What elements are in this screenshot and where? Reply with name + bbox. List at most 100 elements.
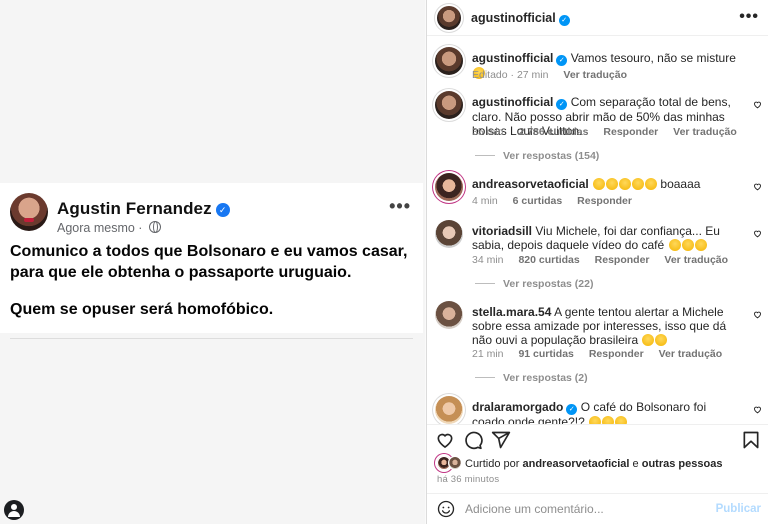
- reply-button[interactable]: Responder: [589, 348, 644, 360]
- comment-username[interactable]: vitoriadsill: [472, 224, 532, 238]
- post-time[interactable]: Agora mesmo: [57, 221, 135, 235]
- post-paragraph: Quem se opuser será homofóbico.: [10, 301, 274, 318]
- translate-link[interactable]: Ver tradução: [563, 69, 627, 81]
- emoji-icon: [602, 416, 615, 424]
- verified-icon: ✓: [558, 15, 570, 26]
- likes-count[interactable]: 820 curtidas: [518, 254, 579, 266]
- reply-button[interactable]: Responder: [603, 126, 658, 138]
- post-author[interactable]: Agustin Fernandez ✓: [57, 199, 230, 219]
- comment-body: Vamos tesouro, não se misture: [570, 51, 736, 65]
- comment-time: Editado · 27 min: [472, 69, 549, 81]
- avatar[interactable]: [437, 6, 461, 30]
- likes-count[interactable]: 2.786 curtidas: [518, 126, 588, 138]
- avatar[interactable]: [435, 173, 463, 201]
- translate-link[interactable]: Ver tradução: [659, 348, 723, 360]
- comments-list[interactable]: agustinofficial ✓ Vamos tesouro, não se m…: [427, 37, 768, 424]
- heart-icon[interactable]: [435, 430, 455, 450]
- user-circle-icon[interactable]: [4, 500, 24, 520]
- comment-meta: 34 min 820 curtidas Responder Ver traduç…: [472, 254, 740, 266]
- comment-time: 34 min: [472, 254, 504, 266]
- emoji-icon: [681, 239, 694, 251]
- emoji-icon: [593, 178, 606, 190]
- reply-button[interactable]: Responder: [595, 254, 650, 266]
- meta-separator: ·: [138, 221, 143, 235]
- heart-icon[interactable]: [753, 310, 762, 319]
- avatar[interactable]: [435, 91, 463, 119]
- post-actions: [427, 424, 768, 454]
- emoji-icon: [694, 239, 707, 251]
- comment-meta: 4 min 6 curtidas Responder: [472, 195, 644, 207]
- comment-time: 35 min: [472, 126, 504, 138]
- post-header: agustinofficial ✓ •••: [427, 0, 768, 36]
- more-icon[interactable]: •••: [389, 196, 411, 217]
- more-icon[interactable]: •••: [739, 8, 759, 26]
- likes-others[interactable]: outras pessoas: [642, 458, 723, 470]
- comment-username[interactable]: stella.mara.54: [472, 305, 551, 319]
- comment-input[interactable]: [465, 500, 705, 518]
- emoji-icon: [615, 416, 628, 424]
- likes-count[interactable]: 91 curtidas: [518, 348, 573, 360]
- heart-icon[interactable]: [753, 182, 762, 191]
- left-panel: Agustin Fernandez ✓ Agora mesmo · ••• Com…: [0, 0, 425, 524]
- heart-icon[interactable]: [753, 100, 762, 109]
- emoji-icon: [589, 416, 602, 424]
- view-replies-button[interactable]: Ver respostas (2): [475, 372, 588, 384]
- verified-icon: ✓: [215, 203, 230, 217]
- avatar[interactable]: [435, 396, 463, 424]
- divider: [10, 338, 413, 339]
- emoji-icon: [655, 334, 668, 346]
- translate-link[interactable]: Ver tradução: [664, 254, 728, 266]
- translate-link[interactable]: Ver tradução: [673, 126, 737, 138]
- facebook-post: Agustin Fernandez ✓ Agora mesmo · ••• Com…: [0, 183, 423, 339]
- publish-button[interactable]: Publicar: [716, 503, 761, 515]
- author-avatar[interactable]: [10, 193, 48, 231]
- emoji-icon: [632, 178, 645, 190]
- comment-username[interactable]: andreasorvetaoficial: [472, 177, 589, 191]
- heart-icon[interactable]: [753, 229, 762, 238]
- emoji-icon: [642, 334, 655, 346]
- comment-meta: 21 min 91 curtidas Responder Ver traduçã…: [472, 348, 734, 360]
- header-username[interactable]: agustinofficial ✓: [471, 11, 570, 26]
- globe-icon: [148, 221, 161, 233]
- comment-text: stella.mara.54 A gente tentou alertar a …: [472, 305, 742, 347]
- username[interactable]: agustinofficial: [471, 11, 556, 25]
- share-icon[interactable]: [491, 430, 511, 450]
- comment-meta: Editado · 27 min Ver tradução: [472, 69, 639, 81]
- likes-text: Curtido por andreasorvetaoficial e outra…: [465, 458, 722, 470]
- likes-user[interactable]: andreasorvetaoficial: [522, 458, 629, 470]
- comment-icon[interactable]: [463, 430, 483, 450]
- comment-time: 21 min: [472, 348, 504, 360]
- reply-button[interactable]: Responder: [577, 195, 632, 207]
- emoji-icon: [619, 178, 632, 190]
- emoji-icon: [668, 239, 681, 251]
- view-replies-button[interactable]: Ver respostas (154): [475, 150, 599, 162]
- avatar[interactable]: [435, 47, 463, 75]
- comment-text: andreasorvetaoficial boaaaa: [472, 177, 742, 191]
- smiley-icon[interactable]: [437, 500, 455, 518]
- likes-count[interactable]: 6 curtidas: [513, 195, 563, 207]
- instagram-panel: agustinofficial ✓ ••• agustinofficial ✓ Va…: [426, 0, 768, 524]
- likes-conj: e: [632, 458, 639, 470]
- emoji-icon: [606, 178, 619, 190]
- comment-text: vitoriadsill Viu Michele, foi dar confia…: [472, 224, 742, 252]
- comment-username[interactable]: dralaramorgado: [472, 400, 563, 414]
- verified-icon: ✓: [556, 99, 568, 110]
- comment-meta: 35 min 2.786 curtidas Responder Ver trad…: [472, 126, 749, 138]
- avatar[interactable]: [435, 220, 463, 248]
- verified-icon: ✓: [566, 404, 578, 415]
- heart-icon[interactable]: [753, 405, 762, 414]
- comment-username[interactable]: agustinofficial: [472, 51, 553, 65]
- post-paragraph: Comunico a todos que Bolsonaro e eu vamo…: [10, 243, 408, 281]
- likes-summary: Curtido por andreasorvetaoficial e outra…: [427, 454, 768, 490]
- emoji-icon: [645, 178, 658, 190]
- comment-username[interactable]: agustinofficial: [472, 95, 553, 109]
- verified-icon: ✓: [556, 55, 568, 66]
- avatar[interactable]: [435, 301, 463, 329]
- post-meta: Agora mesmo ·: [57, 221, 161, 235]
- post-author-name[interactable]: Agustin Fernandez: [57, 199, 212, 218]
- comment-time: 4 min: [472, 195, 498, 207]
- post-text: Comunico a todos que Bolsonaro e eu vamo…: [10, 241, 415, 320]
- view-replies-button[interactable]: Ver respostas (22): [475, 278, 593, 290]
- bookmark-icon[interactable]: [741, 430, 761, 450]
- liker-avatar: [448, 456, 462, 470]
